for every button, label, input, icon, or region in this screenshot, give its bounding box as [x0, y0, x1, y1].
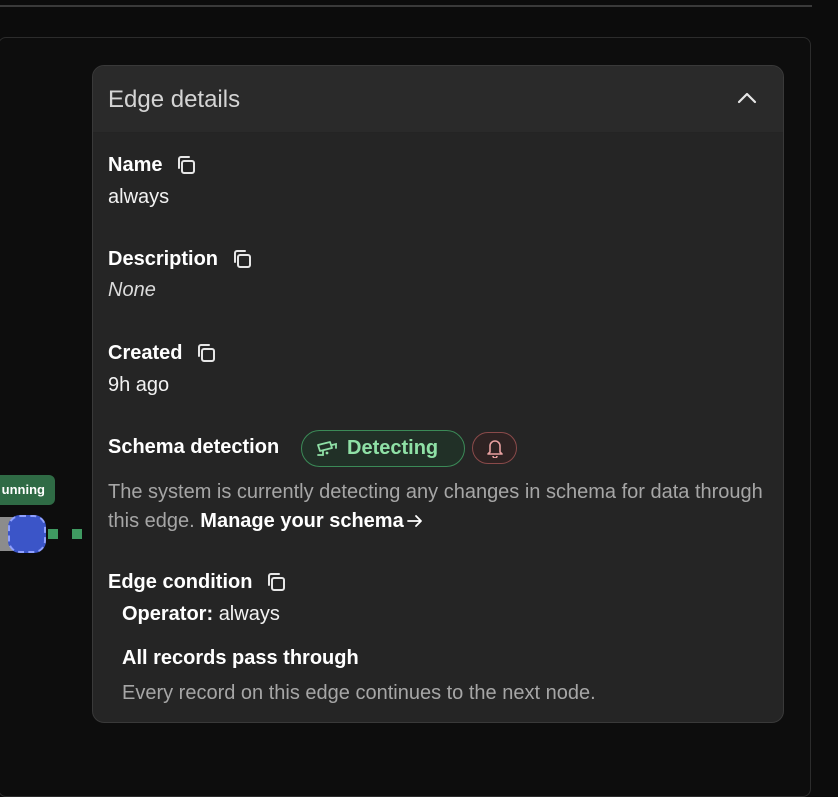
copy-icon [268, 573, 286, 591]
detecting-status-badge[interactable]: Detecting [301, 430, 465, 467]
edge-condition-label-row: Edge condition [108, 570, 288, 594]
name-label-row: Name [108, 153, 198, 177]
copy-name-button[interactable] [174, 153, 198, 177]
description-label: Description [108, 247, 219, 270]
copy-created-button[interactable] [194, 341, 218, 365]
condition-description: Every record on this edge continues to t… [122, 682, 596, 704]
copy-description-button[interactable] [230, 247, 254, 271]
collapse-button[interactable] [733, 84, 761, 112]
panel-title: Edge details [108, 86, 241, 113]
copy-icon [234, 250, 252, 268]
operator-label: Operator: [122, 603, 214, 625]
name-value: always [108, 186, 170, 208]
created-label-row: Created [108, 341, 218, 365]
chevron-up-icon [737, 92, 757, 104]
arrow-right-icon [406, 515, 422, 527]
node-output-handle[interactable] [8, 515, 46, 553]
schema-alert-button[interactable] [472, 432, 517, 464]
description-value: None [108, 279, 156, 301]
copy-icon [198, 344, 216, 362]
condition-heading: All records pass through [122, 647, 359, 669]
bell-icon [486, 440, 503, 458]
operator-value: always [218, 603, 280, 625]
schema-detection-label: Schema detection [108, 436, 279, 459]
operator-row: Operator: always [122, 603, 280, 626]
description-label-row: Description [108, 247, 254, 271]
panel-header: Edge details [93, 66, 783, 133]
created-label: Created [108, 341, 183, 364]
copy-icon [178, 156, 196, 174]
schema-description: The system is currently detecting any ch… [108, 478, 778, 536]
edge-condition-label: Edge condition [108, 570, 253, 593]
detecting-status-text: Detecting [347, 437, 439, 459]
schema-detection-label-text: Schema detection [108, 436, 280, 458]
edge-details-panel: Edge details Name always Description Non… [92, 65, 784, 723]
copy-condition-button[interactable] [264, 570, 288, 594]
name-label: Name [108, 153, 163, 176]
manage-schema-link[interactable]: Manage your schema [200, 510, 423, 532]
camera-detect-icon [317, 440, 337, 456]
top-divider [0, 5, 812, 7]
created-value: 9h ago [108, 374, 170, 396]
node-status-badge: unning [0, 475, 55, 505]
